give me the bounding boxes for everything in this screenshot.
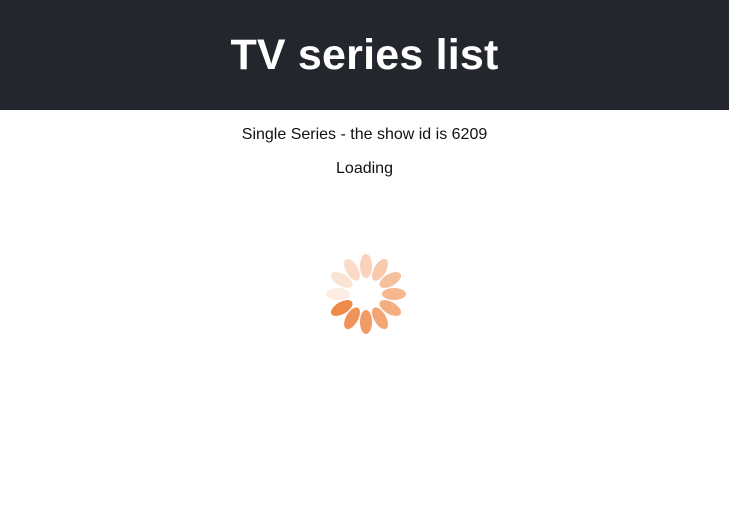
spinner-petal <box>360 310 372 334</box>
loading-text: Loading <box>336 160 393 177</box>
loading-spinner <box>312 240 420 348</box>
app-root: TV series list Single Series - the show … <box>0 0 729 530</box>
app-header: TV series list <box>0 0 729 110</box>
page-title: TV series list <box>230 30 499 79</box>
spinner-petal <box>382 288 406 300</box>
spinner-petal <box>326 288 350 300</box>
spinner-petal <box>360 254 372 278</box>
series-id-text: Single Series - the show id is 6209 <box>241 126 488 143</box>
loading-spinner-icon <box>326 254 406 334</box>
main-content: Single Series - the show id is 6209 Load… <box>0 110 729 178</box>
